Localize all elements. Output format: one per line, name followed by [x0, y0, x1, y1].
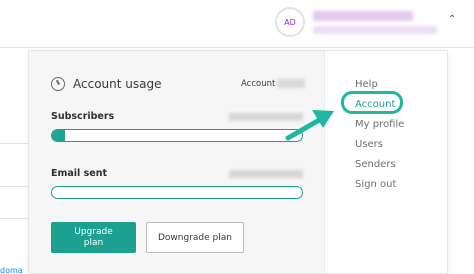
upgrade-plan-button[interactable]: Upgrade plan: [51, 222, 136, 253]
background-divider: [0, 218, 28, 219]
email-sent-label: Email sent: [51, 168, 108, 179]
menu-item-users[interactable]: Users: [355, 135, 404, 155]
account-id-redacted: [277, 79, 305, 88]
menu-item-senders[interactable]: Senders: [355, 155, 404, 175]
user-email-redacted: [313, 26, 437, 34]
account-usage-panel: Account usage Account Subscribers Email …: [29, 51, 325, 273]
menu-item-my-profile[interactable]: My profile: [355, 115, 404, 135]
screen: AD ⌃ doma Account usage Account Subscrib…: [0, 0, 474, 274]
avatar[interactable]: AD: [275, 7, 305, 37]
background-divider: [0, 186, 28, 187]
usage-header: Account usage: [51, 77, 161, 91]
subscribers-progress-fill: [52, 130, 65, 141]
chevron-up-icon[interactable]: ⌃: [448, 14, 456, 25]
user-name-redacted: [313, 11, 413, 21]
gauge-icon: [51, 77, 65, 91]
email-progress-bar: [51, 186, 303, 199]
downgrade-plan-button[interactable]: Downgrade plan: [146, 222, 244, 253]
email-count-redacted: [229, 170, 303, 178]
top-bar: AD ⌃: [0, 0, 474, 48]
upgrade-label-line1: Upgrade: [74, 226, 113, 237]
account-label: Account: [241, 79, 276, 89]
subscribers-progress-bar: [51, 129, 303, 142]
background-divider: [0, 143, 28, 144]
upgrade-label-line2: plan: [83, 237, 104, 248]
background-link[interactable]: doma: [0, 266, 23, 274]
menu-item-sign-out[interactable]: Sign out: [355, 175, 404, 195]
usage-title: Account usage: [73, 77, 162, 91]
subscribers-count-redacted: [229, 113, 303, 121]
account-highlight-annotation: [341, 91, 403, 114]
subscribers-label: Subscribers: [51, 111, 115, 122]
account-dropdown: Account usage Account Subscribers Email …: [28, 50, 448, 274]
